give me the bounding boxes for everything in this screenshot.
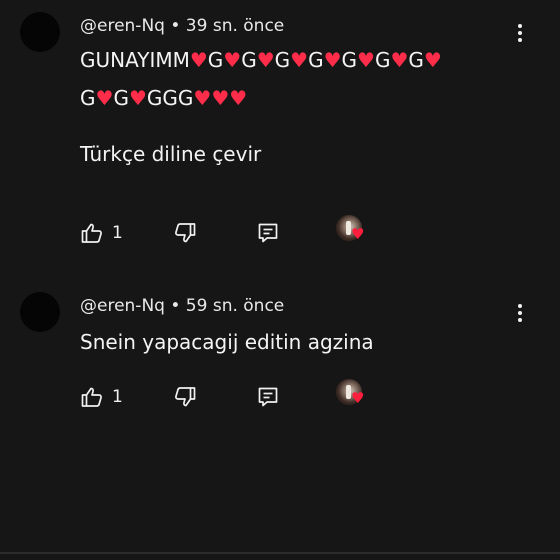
more-vert-icon [518, 304, 522, 322]
heart-emoji: ♥ [256, 48, 275, 72]
heart-emoji: ♥ [423, 48, 442, 72]
comments-panel: @eren-Nq • 39 sn. önce GUNAYIMM♥G♥G♥G♥G♥… [0, 0, 560, 560]
creator-heart-badge: ♥ [336, 215, 370, 249]
thumb-up-icon [81, 387, 102, 407]
comment-actions: 1 ♥ [0, 215, 560, 252]
comment-header: @eren-Nq • 59 sn. önce [80, 296, 284, 316]
comment-actions: 1 ♥ [0, 379, 560, 416]
heart-emoji: ♥ [357, 48, 375, 72]
dislike-button[interactable] [173, 218, 197, 248]
dislike-button[interactable] [173, 382, 197, 412]
author-name[interactable]: @eren-Nq [80, 16, 165, 36]
like-count: 1 [112, 223, 123, 243]
heart-emoji: ♥ [128, 86, 147, 110]
divider [0, 552, 560, 554]
heart-emoji: ♥ [95, 86, 114, 110]
thumb-down-icon [175, 387, 196, 407]
reply-icon [258, 387, 278, 407]
heart-emoji: ♥ [229, 86, 248, 110]
comment-text-line: Snein yapacagij editin agzina [80, 330, 374, 354]
heart-emoji: ♥ [390, 48, 409, 72]
heart-emoji: ♥ [189, 48, 208, 72]
comment-time: 39 sn. önce [185, 16, 285, 36]
heart-emoji: ♥ [193, 86, 212, 110]
comment-header: @eren-Nq • 39 sn. önce [80, 16, 284, 36]
author-name[interactable]: @eren-Nq [80, 296, 165, 316]
comment-text-line: G♥G♥GGG♥♥♥ [80, 86, 248, 110]
translate-button[interactable]: Türkçe diline çevir [80, 142, 261, 166]
comment-item: @eren-Nq • 39 sn. önce GUNAYIMM♥G♥G♥G♥G♥… [0, 0, 560, 270]
more-vert-icon [518, 24, 522, 42]
reply-button[interactable] [256, 218, 280, 248]
like-button[interactable]: 1 [80, 382, 123, 412]
meta-separator: • [164, 296, 186, 316]
avatar[interactable] [20, 12, 60, 52]
heart-emoji: ♥ [211, 86, 230, 110]
reply-icon [258, 223, 278, 243]
meta-separator: • [164, 16, 186, 36]
comment-time: 59 sn. önce [185, 296, 285, 316]
more-options-button[interactable] [508, 21, 532, 45]
heart-emoji: ♥ [323, 48, 342, 72]
thumb-down-icon [175, 223, 196, 243]
comment-text-line: GUNAYIMM♥G♥G♥G♥G♥G♥G♥G♥ [80, 48, 442, 72]
more-options-button[interactable] [508, 301, 532, 325]
thumb-up-icon [81, 223, 102, 243]
avatar[interactable] [20, 292, 60, 332]
heart-emoji: ♥ [290, 48, 309, 72]
like-count: 1 [112, 387, 123, 407]
comment-item: @eren-Nq • 59 sn. önce Snein yapacagij e… [0, 280, 560, 420]
creator-heart-badge: ♥ [336, 379, 370, 413]
creator-heart-icon: ♥ [351, 225, 365, 243]
like-button[interactable]: 1 [80, 218, 123, 248]
heart-emoji: ♥ [223, 48, 242, 72]
reply-button[interactable] [256, 382, 280, 412]
creator-heart-icon: ♥ [351, 389, 365, 407]
